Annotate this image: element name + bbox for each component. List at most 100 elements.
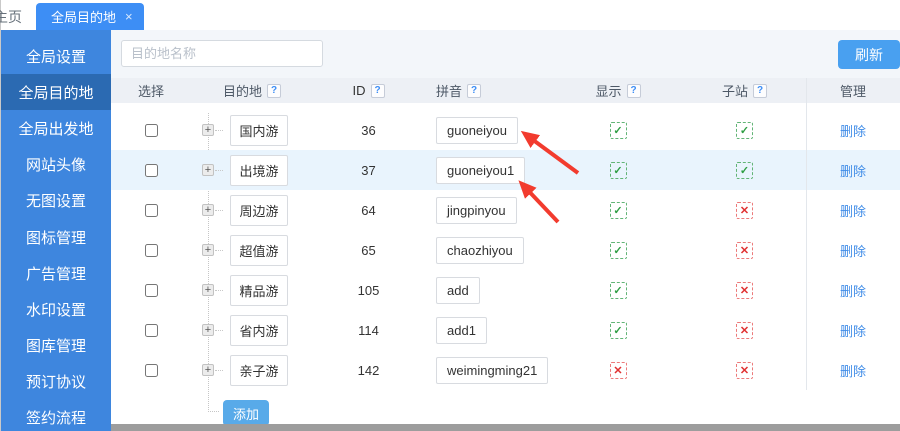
tree-expand-icon[interactable]: + [202,364,214,376]
help-icon[interactable]: ? [371,84,385,98]
tree-dots [215,210,223,211]
sidebar-item[interactable]: 水印设置 [1,291,111,327]
tree-expand-icon[interactable]: + [202,324,214,336]
row-select-checkbox[interactable] [145,364,158,377]
header-display-label: 显示 [595,81,621,100]
row-select-checkbox[interactable] [145,244,158,257]
display-status-icon[interactable]: ✓ [610,322,627,339]
destination-name-box[interactable]: 周边游 [230,195,288,226]
row-id: 37 [336,163,401,178]
delete-link[interactable]: 删除 [840,201,866,220]
refresh-button[interactable]: 刷新 [838,40,900,69]
sidebar-item[interactable]: 签约流程 [1,400,111,431]
delete-link[interactable]: 删除 [840,121,866,140]
delete-link[interactable]: 删除 [840,241,866,260]
sidebar-item[interactable]: 广告管理 [1,255,111,291]
tree-expand-icon[interactable]: + [202,244,214,256]
pinyin-box[interactable]: weimingming21 [436,357,548,384]
destination-name-box[interactable]: 精品游 [230,275,288,306]
row-select-checkbox[interactable] [145,164,158,177]
sidebar-item[interactable]: 全局目的地 [1,74,111,110]
delete-link[interactable]: 删除 [840,361,866,380]
substation-status-icon[interactable]: ✕ [736,202,753,219]
help-icon[interactable]: ? [753,84,767,98]
header-pinyin-label: 拼音 [436,81,462,100]
display-status-icon[interactable]: ✕ [610,362,627,379]
add-button[interactable]: 添加 [223,400,269,424]
tree-dots [215,290,223,291]
header-select: 选择 [111,78,191,103]
pinyin-box[interactable]: guoneiyou1 [436,157,525,184]
search-input[interactable] [121,40,323,67]
close-icon[interactable]: × [125,10,133,23]
header-id-label: ID [353,83,366,98]
table-body-area: + 国内游 36 guoneiyou ✓ ✓ 删除 + 出境游 37 guone… [111,103,900,424]
destination-name-box[interactable]: 省内游 [230,315,288,346]
sidebar-item[interactable]: 网站头像 [1,147,111,183]
pinyin-box[interactable]: add1 [436,317,487,344]
display-status-icon[interactable]: ✓ [610,282,627,299]
display-status-icon[interactable]: ✓ [610,122,627,139]
row-id: 142 [336,363,401,378]
help-icon[interactable]: ? [627,84,641,98]
destination-name-box[interactable]: 超值游 [230,235,288,266]
substation-status-icon[interactable]: ✕ [736,282,753,299]
header-id: ID ? [336,78,401,103]
pinyin-box[interactable]: guoneiyou [436,117,518,144]
tab-bar: 主页 全局目的地 × [1,0,900,30]
display-status-icon[interactable]: ✓ [610,202,627,219]
delete-link[interactable]: 删除 [840,321,866,340]
tree-expand-icon[interactable]: + [202,204,214,216]
header-pinyin: 拼音 ? [401,78,553,103]
row-select-checkbox[interactable] [145,324,158,337]
row-select-checkbox[interactable] [145,284,158,297]
substation-status-icon[interactable]: ✕ [736,322,753,339]
tree-expand-icon[interactable]: + [202,124,214,136]
pinyin-box[interactable]: chaozhiyou [436,237,524,264]
row-id: 65 [336,243,401,258]
sidebar-item[interactable]: 无图设置 [1,183,111,219]
table-row: + 周边游 64 jingpinyou ✓ ✕ 删除 [111,190,900,230]
tab-global-destination[interactable]: 全局目的地 × [36,3,144,30]
substation-status-icon[interactable]: ✓ [736,122,753,139]
destination-name-box[interactable]: 出境游 [230,155,288,186]
destination-name-box[interactable]: 国内游 [230,115,288,146]
sidebar-item[interactable]: 预订协议 [1,364,111,400]
row-id: 36 [336,123,401,138]
pinyin-box[interactable]: add [436,277,480,304]
display-status-icon[interactable]: ✓ [610,162,627,179]
tab-label: 全局目的地 [51,7,116,26]
table-row: + 国内游 36 guoneiyou ✓ ✓ 删除 [111,110,900,150]
tree-dots [215,170,223,171]
sidebar-item[interactable]: 图库管理 [1,328,111,364]
pinyin-box[interactable]: jingpinyou [436,197,517,224]
row-id: 114 [336,323,401,338]
sidebar-item[interactable]: 图标管理 [1,219,111,255]
delete-link[interactable]: 删除 [840,281,866,300]
header-display: 显示 ? [553,78,683,103]
tree-expand-icon[interactable]: + [202,284,214,296]
substation-status-icon[interactable]: ✕ [736,362,753,379]
tree-dots [215,250,223,251]
help-icon[interactable]: ? [467,84,481,98]
table-row: + 亲子游 142 weimingming21 ✕ ✕ 删除 [111,350,900,390]
horizontal-scrollbar[interactable] [111,424,900,431]
sidebar: 全局设置全局目的地全局出发地网站头像无图设置图标管理广告管理水印设置图库管理预订… [1,30,111,431]
sidebar-item[interactable]: 全局出发地 [1,110,111,146]
substation-status-icon[interactable]: ✓ [736,162,753,179]
table-row: + 超值游 65 chaozhiyou ✓ ✕ 删除 [111,230,900,270]
table-header: 选择 目的地 ? ID ? 拼音 ? 显示 ? 子站 ? 管理 [111,78,900,103]
row-select-checkbox[interactable] [145,204,158,217]
destination-name-box[interactable]: 亲子游 [230,355,288,386]
table-row: + 精品游 105 add ✓ ✕ 删除 [111,270,900,310]
row-id: 64 [336,203,401,218]
header-destination: 目的地 ? [191,78,336,103]
row-select-checkbox[interactable] [145,124,158,137]
help-icon[interactable]: ? [267,84,281,98]
sidebar-item[interactable]: 全局设置 [1,38,111,74]
delete-link[interactable]: 删除 [840,161,866,180]
substation-status-icon[interactable]: ✕ [736,242,753,259]
tab-home[interactable]: 主页 [0,7,22,27]
tree-expand-icon[interactable]: + [202,164,214,176]
display-status-icon[interactable]: ✓ [610,242,627,259]
